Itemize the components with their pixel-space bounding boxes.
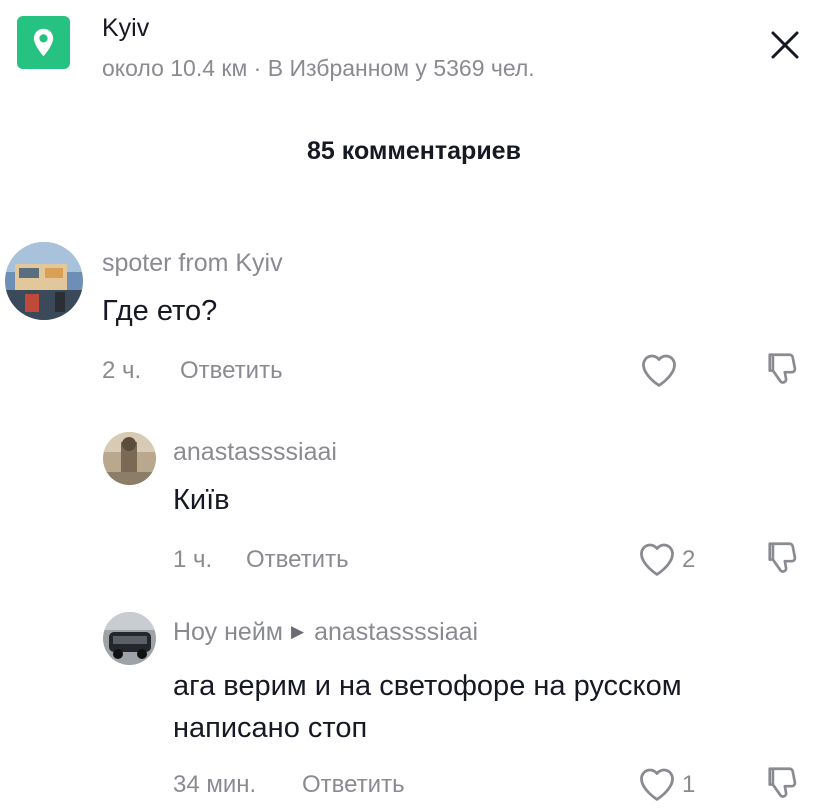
close-button[interactable] xyxy=(765,25,805,65)
location-title[interactable]: Kyiv xyxy=(102,14,149,43)
like-button[interactable] xyxy=(638,350,680,393)
comment-text: Київ xyxy=(173,484,230,516)
heart-icon xyxy=(640,768,674,801)
location-pin-badge[interactable] xyxy=(17,16,70,69)
reply-button[interactable]: Ответить xyxy=(302,771,405,799)
comment-text-line: написано стоп xyxy=(173,712,368,744)
location-subtitle: около 10.4 км · В Избранном у 5369 чел. xyxy=(102,55,535,81)
like-count: 1 xyxy=(682,771,696,798)
reply-to-username[interactable]: anastassssiaai xyxy=(314,618,478,646)
comment-username[interactable]: Ноу нейм xyxy=(173,618,283,646)
heart-icon xyxy=(640,543,674,576)
avatar[interactable] xyxy=(5,242,83,320)
like-button[interactable] xyxy=(636,764,678,807)
dislike-button[interactable] xyxy=(765,350,803,393)
reply-arrow-icon: ▶ xyxy=(291,622,305,641)
reply-button[interactable]: Ответить xyxy=(246,546,349,574)
comment-username[interactable]: spoter from Kyiv xyxy=(102,249,283,278)
dislike-button[interactable] xyxy=(765,764,803,807)
thumbs-down-icon xyxy=(768,353,797,384)
comment-header: Ноу нейм ▶ anastassssiaai xyxy=(173,618,478,647)
comment-time: 34 мин. xyxy=(173,771,257,798)
reply-button[interactable]: Ответить xyxy=(180,357,283,385)
like-count: 2 xyxy=(682,546,696,573)
comment-time: 1 ч. xyxy=(173,546,213,573)
comment-time: 2 ч. xyxy=(102,357,142,384)
dislike-button[interactable] xyxy=(765,539,803,582)
comment-text: Где ето? xyxy=(102,295,218,327)
thumbs-down-icon xyxy=(768,542,797,573)
comment-text: ага верим и на светофоре на русском напи… xyxy=(173,665,682,749)
avatar[interactable] xyxy=(103,432,156,485)
close-icon xyxy=(771,31,799,59)
thumbs-down-icon xyxy=(768,767,797,798)
comments-count-title: 85 комментариев xyxy=(307,137,521,165)
like-button[interactable] xyxy=(636,539,678,582)
map-pin-icon xyxy=(33,28,54,57)
avatar[interactable] xyxy=(103,612,156,665)
heart-icon xyxy=(642,354,676,387)
comment-username[interactable]: anastassssiaai xyxy=(173,438,337,467)
comment-text-line: ага верим и на светофоре на русском xyxy=(173,670,682,702)
